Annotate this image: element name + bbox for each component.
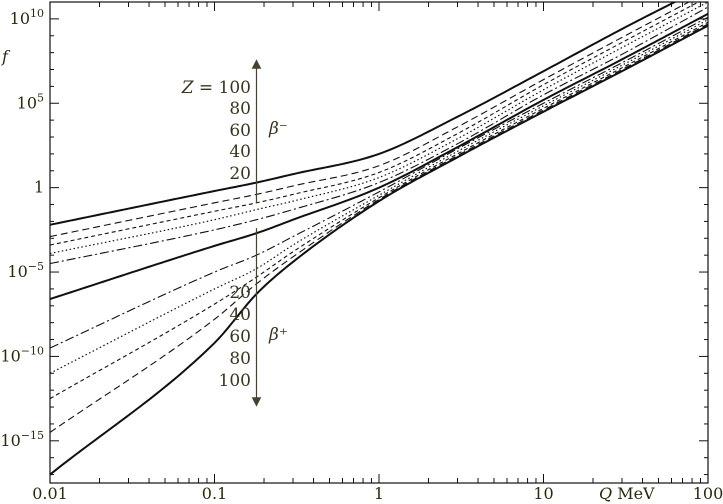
curve-beta-plus-z80 <box>50 23 708 433</box>
z-label-lower: 100 <box>219 371 251 391</box>
z-label-upper: 80 <box>229 99 251 119</box>
curve-beta-minus-z0 <box>50 12 708 300</box>
x-tick-label: 10 <box>533 484 553 503</box>
z-label-lower: 60 <box>229 327 251 347</box>
z-label-upper: 40 <box>229 142 251 162</box>
z-label-upper: 20 <box>229 164 251 184</box>
beta-minus-label: β⁻ <box>268 119 288 139</box>
z-label-lower: 20 <box>229 283 251 303</box>
x-tick-label: 0.1 <box>202 484 227 503</box>
z-label-upper: 60 <box>229 121 251 141</box>
x-tick-label: 0.01 <box>32 484 68 503</box>
y-axis-label: f <box>1 47 11 66</box>
x-tick-label: 1 <box>374 484 384 503</box>
curves-layer <box>50 2 708 476</box>
z-label-lower: 40 <box>229 305 251 325</box>
y-tick-label: 10−5 <box>7 260 44 281</box>
y-tick-label: 10−15 <box>0 429 44 450</box>
x-axis-label: Q MeV <box>599 484 655 503</box>
y-tick-label: 10−10 <box>0 344 44 365</box>
curve-beta-plus-z40 <box>50 19 708 374</box>
labels-layer: 0.01 0.1 1 10 100 1010 105 1 10−5 10−10 10−15 f Q Me… <box>0 7 723 503</box>
curve-beta-plus-z100 <box>50 24 708 476</box>
z-label-upper: Z = 100 <box>181 78 251 98</box>
beta-plus-label: β⁺ <box>268 325 288 345</box>
y-tick-label: 1010 <box>10 7 44 28</box>
curve-beta-minus-z100 <box>50 2 677 226</box>
z-label-lower: 80 <box>229 349 251 369</box>
y-tick-label: 105 <box>17 91 44 112</box>
y-tick-label: 1 <box>34 178 44 197</box>
x-tick-label: 100 <box>693 484 723 503</box>
beta-decay-f-chart: 0.01 0.1 1 10 100 1010 105 1 10−5 10−10 10−15 f Q Me… <box>0 1 723 503</box>
